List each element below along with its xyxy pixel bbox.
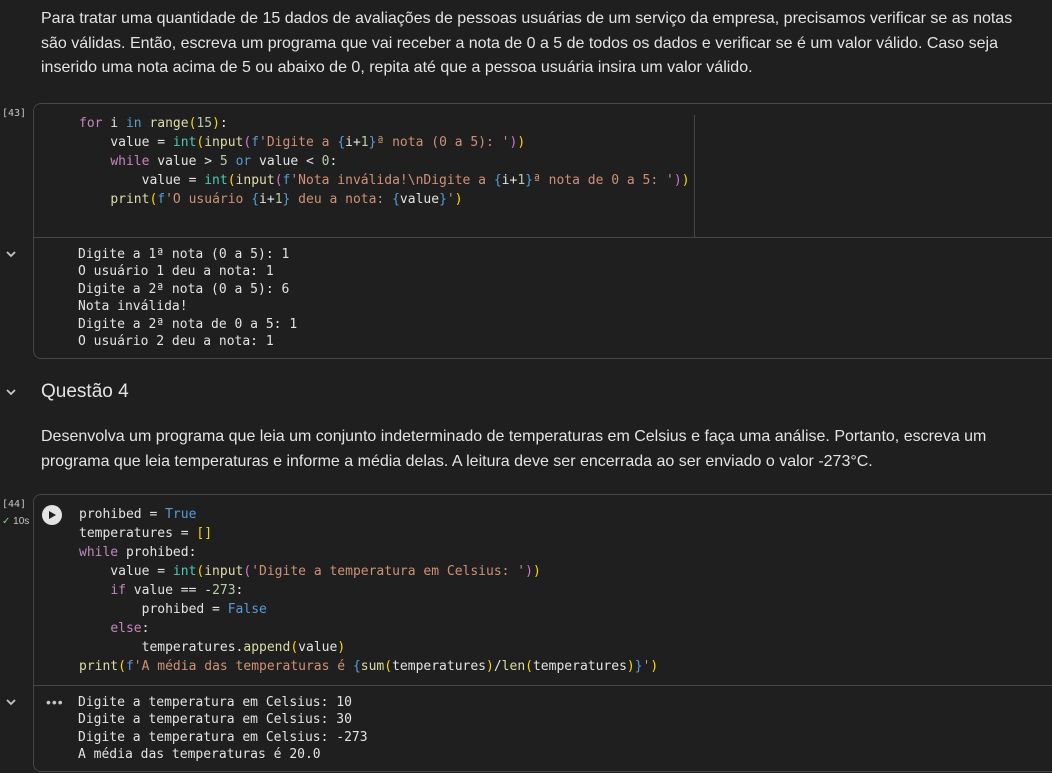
output-divider [33,685,1052,686]
play-icon [49,511,56,519]
code-editor[interactable]: for i in range(15): value = int(input(f'… [79,114,690,209]
execution-time: 10s [13,516,30,527]
output-line: Digite a temperatura em Celsius: -273 [78,729,368,745]
chevron-down-icon[interactable] [4,385,18,399]
markdown-text-question4: Desenvolva um programa que leia um conju… [41,428,987,470]
output-divider [33,237,1052,238]
output-line: Digite a temperatura em Celsius: 10 [78,695,352,710]
output-line: Nota inválida! [78,299,188,315]
output-line: Digite a temperatura em Celsius: 30 [78,712,352,728]
output-line: A média das temperaturas é 20.0 [78,747,321,763]
run-cell-button[interactable] [42,505,62,525]
output-line: Digite a 1ª nota (0 a 5): 1 [78,247,290,262]
markdown-text-intro: Para tratar uma quantidade de 15 dados d… [41,10,1013,76]
editor-divider [694,115,695,237]
execution-count: [43] [2,108,27,119]
code-editor[interactable]: prohibed = True temperatures = [] while … [79,505,658,676]
output-line: Digite a 2ª nota de 0 a 5: 1 [78,316,298,332]
cell-output: Digite a temperatura em Celsius: 10 Digi… [78,694,368,764]
chevron-down-icon[interactable] [4,247,18,261]
execution-status: ✓ 10s [2,516,29,527]
execution-count: [44] [2,499,27,510]
output-line: O usuário 2 deu a nota: 1 [78,334,274,350]
output-line: Digite a 2ª nota (0 a 5): 6 [78,281,290,297]
cell-output: Digite a 1ª nota (0 a 5): 1 O usuário 1 … [78,246,297,350]
output-line: O usuário 1 deu a nota: 1 [78,264,274,280]
section-heading: Questão 4 [41,381,129,402]
more-options-icon[interactable]: ••• [46,694,64,710]
check-icon: ✓ [2,516,11,527]
chevron-down-icon[interactable] [4,695,18,709]
